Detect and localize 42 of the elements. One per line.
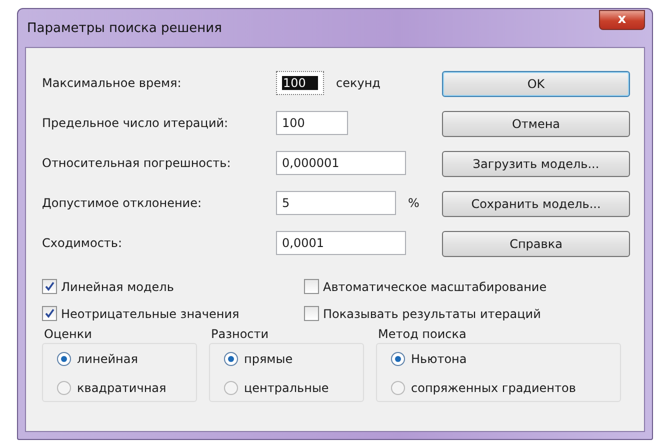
checkbox-label: Линейная модель: [61, 280, 174, 294]
radio-label: центральные: [244, 381, 329, 395]
field-label: Максимальное время:: [42, 76, 182, 90]
radio-button[interactable]: [391, 381, 405, 395]
checkbox[interactable]: [42, 306, 57, 321]
group-title: Оценки: [43, 327, 93, 343]
radio-label: прямые: [244, 352, 293, 366]
radio-label: квадратичная: [77, 381, 166, 395]
radio-button[interactable]: [224, 352, 238, 366]
checkbox-label: Неотрицательные значения: [61, 306, 240, 320]
group-title: Метод поиска: [377, 327, 468, 343]
dialog-button[interactable]: Справка: [442, 231, 630, 257]
field-label: Сходимость:: [42, 236, 124, 250]
radio-button[interactable]: [57, 381, 71, 395]
dialog-button[interactable]: Загрузить модель...: [442, 151, 630, 177]
checkbox[interactable]: [42, 279, 57, 294]
radio-label: линейная: [77, 352, 138, 366]
radio-button[interactable]: [57, 352, 71, 366]
window-title: Параметры поиска решения: [26, 20, 222, 36]
dialog-button[interactable]: Сохранить модель...: [442, 191, 630, 217]
checkbox[interactable]: [304, 306, 319, 321]
unit-label: секунд: [336, 76, 380, 90]
group-title: Разности: [210, 327, 270, 343]
checkbox-label: Автоматическое масштабирование: [323, 280, 547, 294]
input-field[interactable]: 100: [276, 71, 324, 95]
input-field[interactable]: 0,0001: [276, 231, 406, 255]
input-field[interactable]: 100: [276, 111, 348, 135]
dialog-button[interactable]: OK: [442, 71, 630, 97]
radio-button[interactable]: [391, 352, 405, 366]
field-label: Предельное число итераций:: [42, 116, 230, 130]
field-label: Относительная погрешность:: [42, 156, 232, 170]
radio-label: Ньютона: [411, 352, 467, 366]
input-field[interactable]: 5: [276, 191, 396, 215]
dialog-button[interactable]: Отмена: [442, 111, 630, 137]
checkbox-label: Показывать результаты итераций: [323, 306, 541, 320]
checkbox[interactable]: [304, 279, 319, 294]
field-label: Допустимое отклонение:: [42, 196, 203, 210]
unit-label: %: [408, 196, 420, 210]
close-button[interactable]: x: [599, 10, 645, 30]
radio-button[interactable]: [224, 381, 238, 395]
input-field[interactable]: 0,000001: [276, 151, 406, 175]
radio-label: сопряженных градиентов: [411, 381, 576, 395]
